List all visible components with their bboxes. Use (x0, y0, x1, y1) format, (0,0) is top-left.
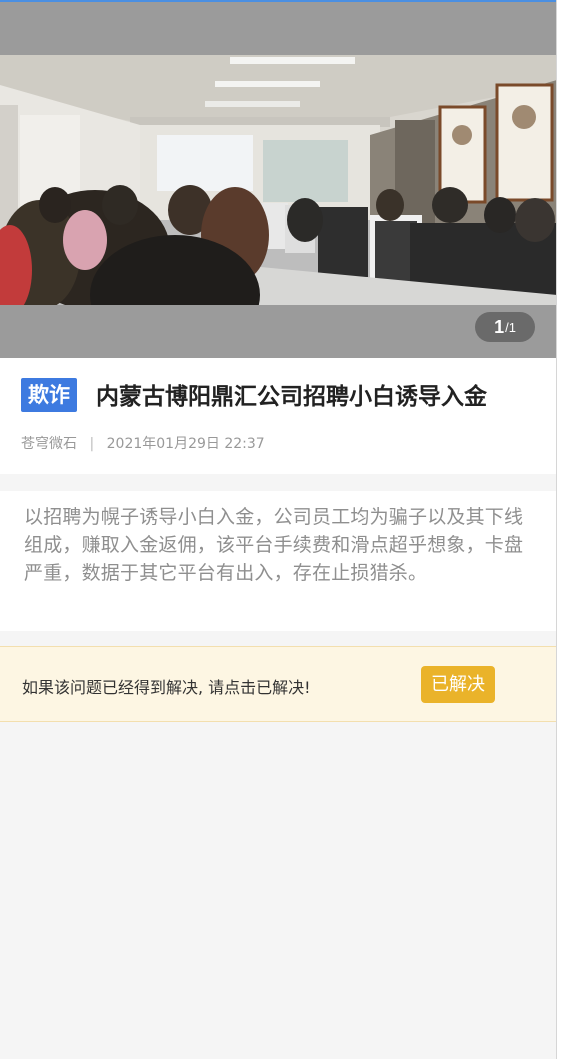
post-meta: 苍穹微石 | 2021年01月29日 22:37 (21, 434, 265, 454)
post-datetime: 2021年01月29日 22:37 (106, 436, 265, 452)
resolved-button[interactable]: 已解决 (421, 666, 495, 703)
image-counter-current: 1 (494, 316, 505, 337)
image-gallery[interactable]: 1 /1 (0, 2, 556, 358)
resolve-prompt: 如果该问题已经得到解决, 请点击已解决! (22, 678, 311, 697)
post-description-card: 以招聘为幌子诱导小白入金，公司员工均为骗子以及其下线组成，赚取入金返佣，该平台手… (0, 491, 556, 631)
app-screen: 1 /1 欺诈 内蒙古博阳鼎汇公司招聘小白诱导入金 苍穹微石 | 2021年01… (0, 0, 557, 1059)
image-counter: 1 /1 (475, 312, 535, 342)
author-name[interactable]: 苍穹微石 (21, 436, 77, 452)
meta-separator: | (89, 436, 95, 452)
classroom-photo (0, 55, 556, 305)
image-counter-total: /1 (505, 319, 516, 335)
category-badge: 欺诈 (21, 378, 77, 412)
gallery-photo[interactable] (0, 55, 556, 305)
post-title: 内蒙古博阳鼎汇公司招聘小白诱导入金 (96, 384, 487, 410)
post-description: 以招聘为幌子诱导小白入金，公司员工均为骗子以及其下线组成，赚取入金返佣，该平台手… (24, 506, 524, 584)
post-header: 欺诈 内蒙古博阳鼎汇公司招聘小白诱导入金 苍穹微石 | 2021年01月29日 … (0, 358, 556, 474)
page: 1 /1 欺诈 内蒙古博阳鼎汇公司招聘小白诱导入金 苍穹微石 | 2021年01… (0, 0, 563, 1059)
resolve-bar: 如果该问题已经得到解决, 请点击已解决! 已解决 (0, 646, 556, 722)
